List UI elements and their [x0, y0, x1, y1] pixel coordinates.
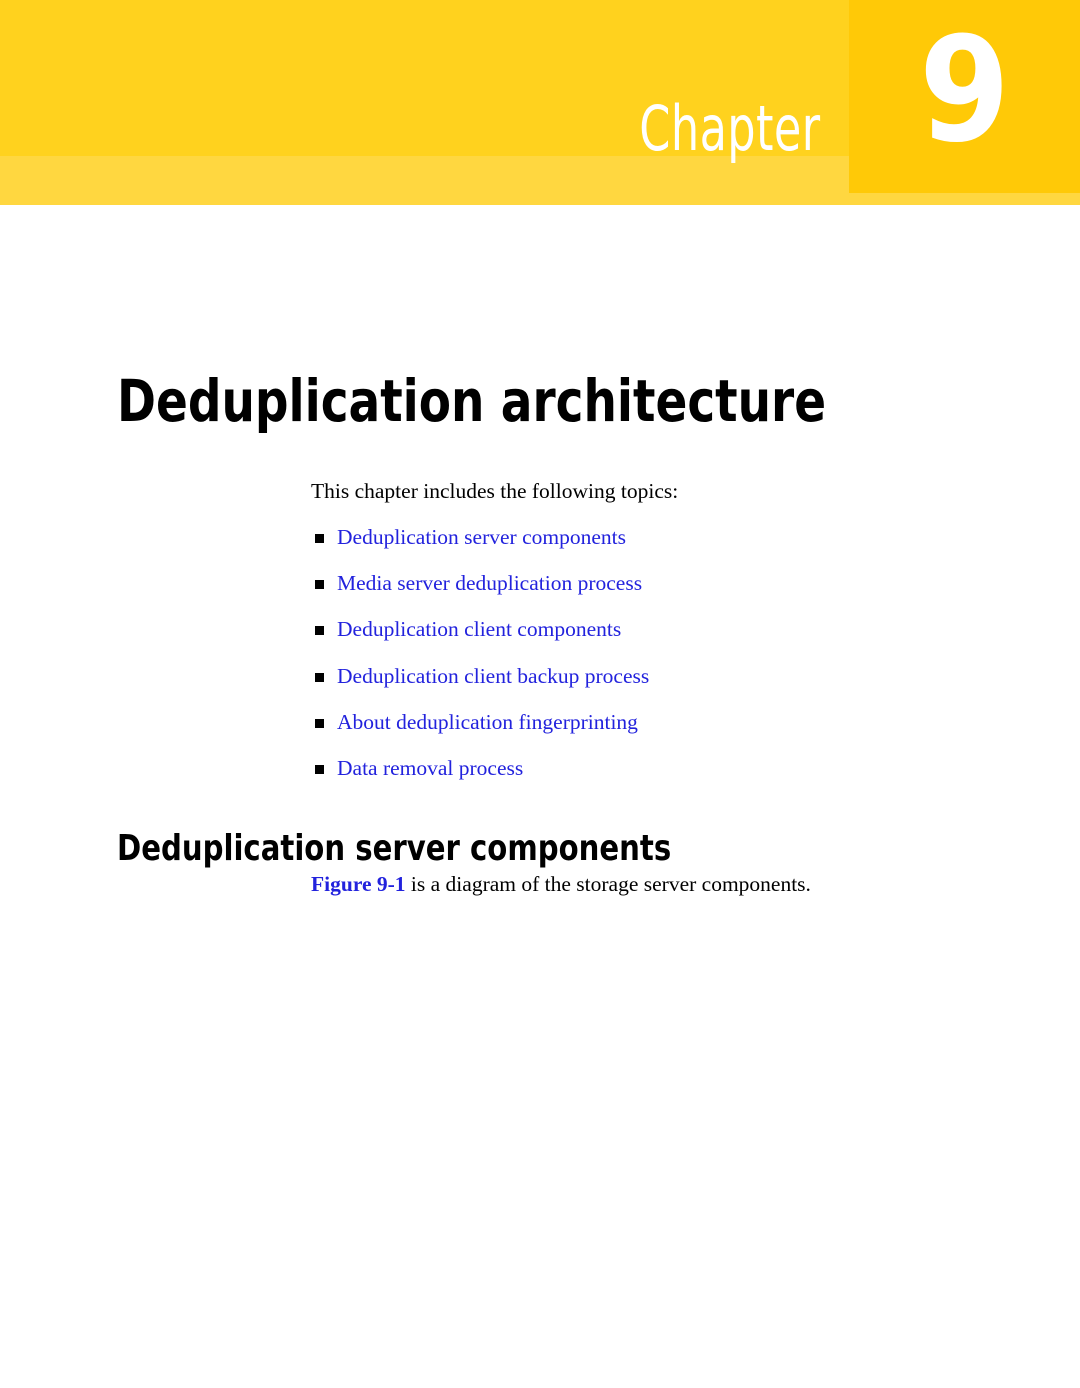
chapter-word-label: Chapter	[639, 92, 821, 165]
banner-main-block: Chapter	[0, 0, 849, 160]
square-bullet-icon	[315, 719, 324, 729]
chapter-number-column: 9	[849, 0, 1080, 193]
topic-link[interactable]: Media server deduplication process	[337, 571, 642, 595]
chapter-banner: Chapter 9	[0, 0, 1080, 206]
figure-reference-line: Figure 9-1 is a diagram of the storage s…	[311, 871, 1011, 898]
list-item: Data removal process	[311, 756, 1001, 782]
square-bullet-icon	[315, 672, 324, 682]
list-item: Deduplication server components	[311, 525, 1001, 551]
square-bullet-icon	[315, 533, 324, 543]
topic-link[interactable]: Deduplication server components	[337, 525, 626, 549]
square-bullet-icon	[315, 765, 324, 775]
chapter-topics-section: This chapter includes the following topi…	[311, 478, 1001, 803]
topic-link[interactable]: Deduplication client backup process	[337, 664, 649, 688]
topic-link[interactable]: Data removal process	[337, 756, 523, 780]
square-bullet-icon	[315, 626, 324, 636]
list-item: Media server deduplication process	[311, 571, 1001, 597]
topic-list: Deduplication server components Media se…	[311, 525, 1001, 782]
square-bullet-icon	[315, 580, 324, 590]
page-title: Deduplication architecture	[117, 366, 827, 435]
topic-link[interactable]: About deduplication fingerprinting	[337, 710, 638, 734]
chapter-number-label: 9	[919, 6, 1010, 175]
intro-text: This chapter includes the following topi…	[311, 479, 679, 503]
section-heading: Deduplication server components	[117, 827, 672, 869]
list-item: Deduplication client backup process	[311, 664, 1001, 690]
list-item: Deduplication client components	[311, 617, 1001, 643]
figure-reference-link[interactable]: Figure 9-1	[311, 872, 406, 896]
list-item: About deduplication fingerprinting	[311, 710, 1001, 736]
topic-link[interactable]: Deduplication client components	[337, 617, 621, 641]
figure-reference-text: is a diagram of the storage server compo…	[405, 871, 811, 896]
